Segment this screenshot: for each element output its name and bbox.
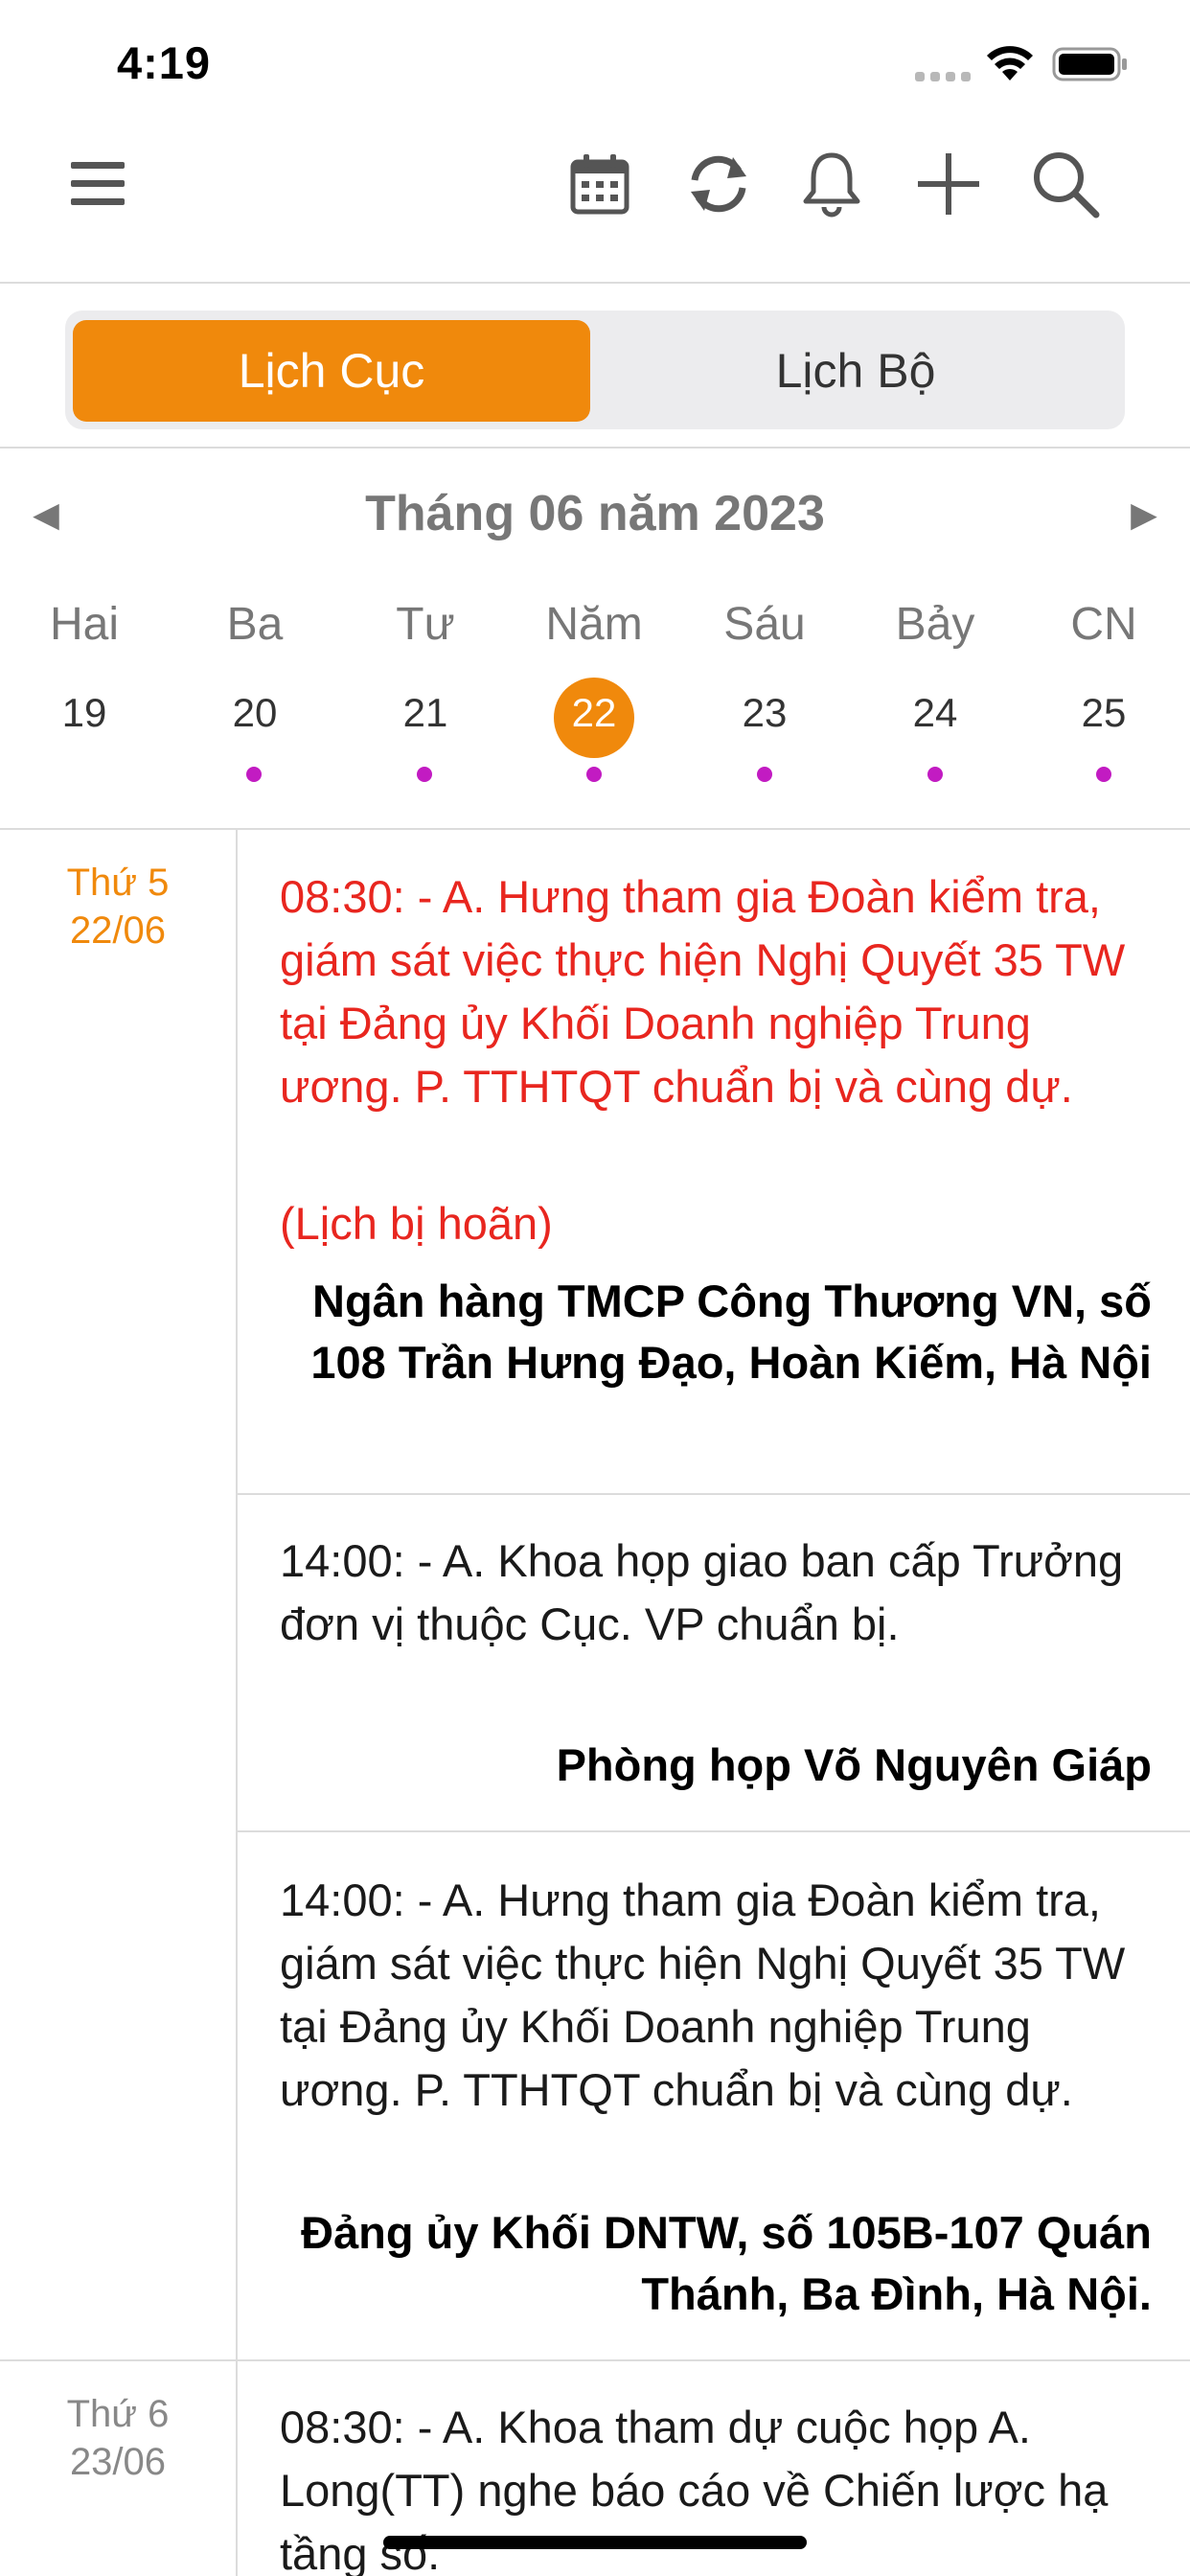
event-description[interactable]: 08:30: - A. Hưng tham gia Đoàn kiểm tra,… (280, 865, 1152, 1118)
event-dot (417, 767, 432, 782)
event-description[interactable]: 14:00: - A. Hưng tham gia Đoàn kiểm tra,… (280, 1869, 1152, 2122)
calendar-icon[interactable] (560, 144, 640, 224)
weekday-label: CN (1070, 599, 1137, 650)
date-weekday-label: Thứ 5 (66, 862, 170, 904)
event-dot (757, 767, 772, 782)
battery-icon (1052, 47, 1127, 81)
bell-icon[interactable] (791, 144, 872, 224)
day-cell[interactable]: 25 (1027, 690, 1180, 736)
date-label: 23/06 (69, 2441, 167, 2483)
event-location: Đảng ủy Khối DNTW, số 105B-107 Quán Thán… (301, 2207, 1152, 2319)
event-dot (927, 767, 943, 782)
status-time: 4:19 (117, 37, 212, 88)
day-cell[interactable]: 19 (8, 690, 161, 736)
event-divider (238, 1493, 1190, 1495)
day-group-divider (0, 2359, 1190, 2361)
event-description[interactable]: 14:00: - A. Khoa họp giao ban cấp Trưởng… (280, 1530, 1152, 1656)
prev-week-button[interactable]: ◀ (27, 494, 65, 534)
date-weekday-label: Thứ 6 (66, 2393, 170, 2435)
tab-lich-bo[interactable]: Lịch Bộ (594, 320, 1117, 422)
day-cell-selected[interactable]: 22 (517, 690, 671, 736)
menu-icon[interactable] (57, 144, 138, 224)
day-cell[interactable]: 23 (688, 690, 841, 736)
day-cell[interactable]: 24 (858, 690, 1012, 736)
wifi-icon (987, 46, 1033, 80)
cellular-signal-icon (915, 72, 971, 83)
weekday-label: Năm (545, 599, 643, 650)
event-dot (246, 767, 262, 782)
event-status-note: (Lịch bị hoãn) (280, 1198, 553, 1249)
weekday-label: Bảy (895, 599, 975, 650)
event-dot (1096, 767, 1111, 782)
event-location: Phòng họp Võ Nguyên Giáp (556, 1739, 1152, 1790)
calendar-divider (0, 828, 1190, 830)
home-indicator (383, 2536, 807, 2549)
event-location: Ngân hàng TMCP Công Thương VN, số 108 Tr… (310, 1276, 1152, 1388)
weekday-label: Sáu (723, 599, 806, 650)
status-bar: 4:19 (0, 0, 1190, 125)
weekday-label: Tư (396, 599, 455, 650)
plus-icon[interactable] (908, 144, 989, 224)
weekday-label: Hai (49, 599, 120, 650)
search-icon[interactable] (1025, 144, 1106, 224)
event-dot (586, 767, 602, 782)
date-column-divider (236, 830, 238, 2576)
next-week-button[interactable]: ▶ (1125, 494, 1163, 534)
date-label: 22/06 (69, 909, 167, 952)
day-cell[interactable]: 20 (178, 690, 332, 736)
month-title: Tháng 06 năm 2023 (365, 486, 825, 541)
weekday-label: Ba (226, 599, 284, 650)
refresh-icon[interactable] (678, 144, 759, 224)
event-divider (238, 1830, 1190, 1832)
tab-lich-cuc[interactable]: Lịch Cục (73, 320, 590, 422)
day-cell[interactable]: 21 (349, 690, 502, 736)
